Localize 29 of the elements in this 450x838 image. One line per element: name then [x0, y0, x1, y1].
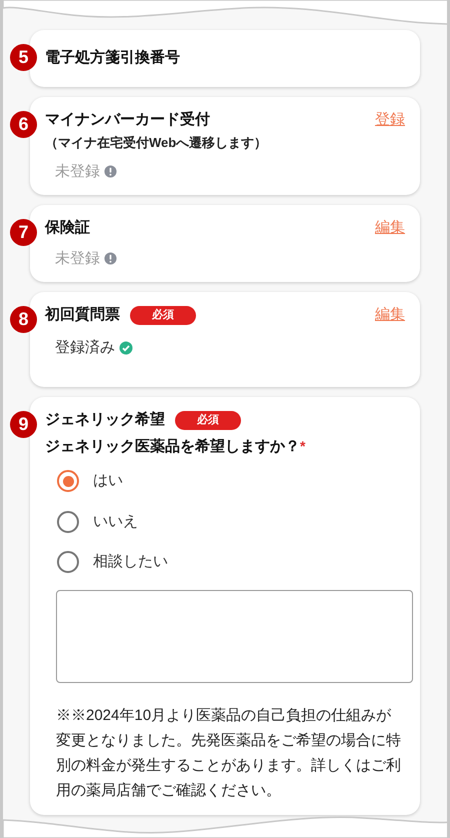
number-badge: 5 [10, 44, 37, 71]
edit-link[interactable]: 編集 [375, 217, 405, 240]
required-mark: * [300, 436, 306, 456]
note-text: ※※2024年10月より医薬品の自己負担の仕組みが変更となりました。先発医薬品をご希望の場合に特別の料金が発生することがあります。詳しくはご利用の薬局店舗でご確認ください。 [56, 706, 402, 800]
status-text: 未登録 [55, 162, 100, 182]
status-text: 未登録 [55, 248, 100, 268]
number-badge: 6 [10, 110, 37, 138]
status-text: 登録済み [55, 338, 115, 358]
edit-link[interactable]: 登録 [375, 108, 405, 131]
radio-button[interactable] [57, 510, 79, 533]
section-title: ジェネリック希望 [45, 410, 165, 430]
radio-label: はい [93, 471, 123, 491]
section-title: マイナンバーカード受付 [45, 110, 210, 130]
section-title: 電子処方箋引換番号 [45, 48, 180, 68]
radio-label: いいえ [93, 512, 138, 532]
section-title: 初回質問票 [45, 305, 120, 325]
number-badge: 9 [10, 411, 37, 438]
radio-label: 相談したい [93, 552, 168, 572]
number-badge: 7 [10, 219, 37, 246]
radio-button[interactable] [57, 470, 79, 492]
edit-link[interactable]: 編集 [375, 304, 405, 326]
required-badge: 必須 [130, 306, 196, 324]
radio-button[interactable] [57, 551, 79, 574]
question-text: ジェネリック医薬品を希望しますか？ [45, 436, 300, 456]
section-subtitle: （マイナ在宅受付Webへ遷移します） [45, 134, 268, 152]
required-badge: 必須 [175, 411, 241, 430]
section-title: 保険証 [45, 218, 90, 238]
number-badge: 8 [10, 306, 37, 333]
comment-field[interactable] [56, 590, 413, 682]
